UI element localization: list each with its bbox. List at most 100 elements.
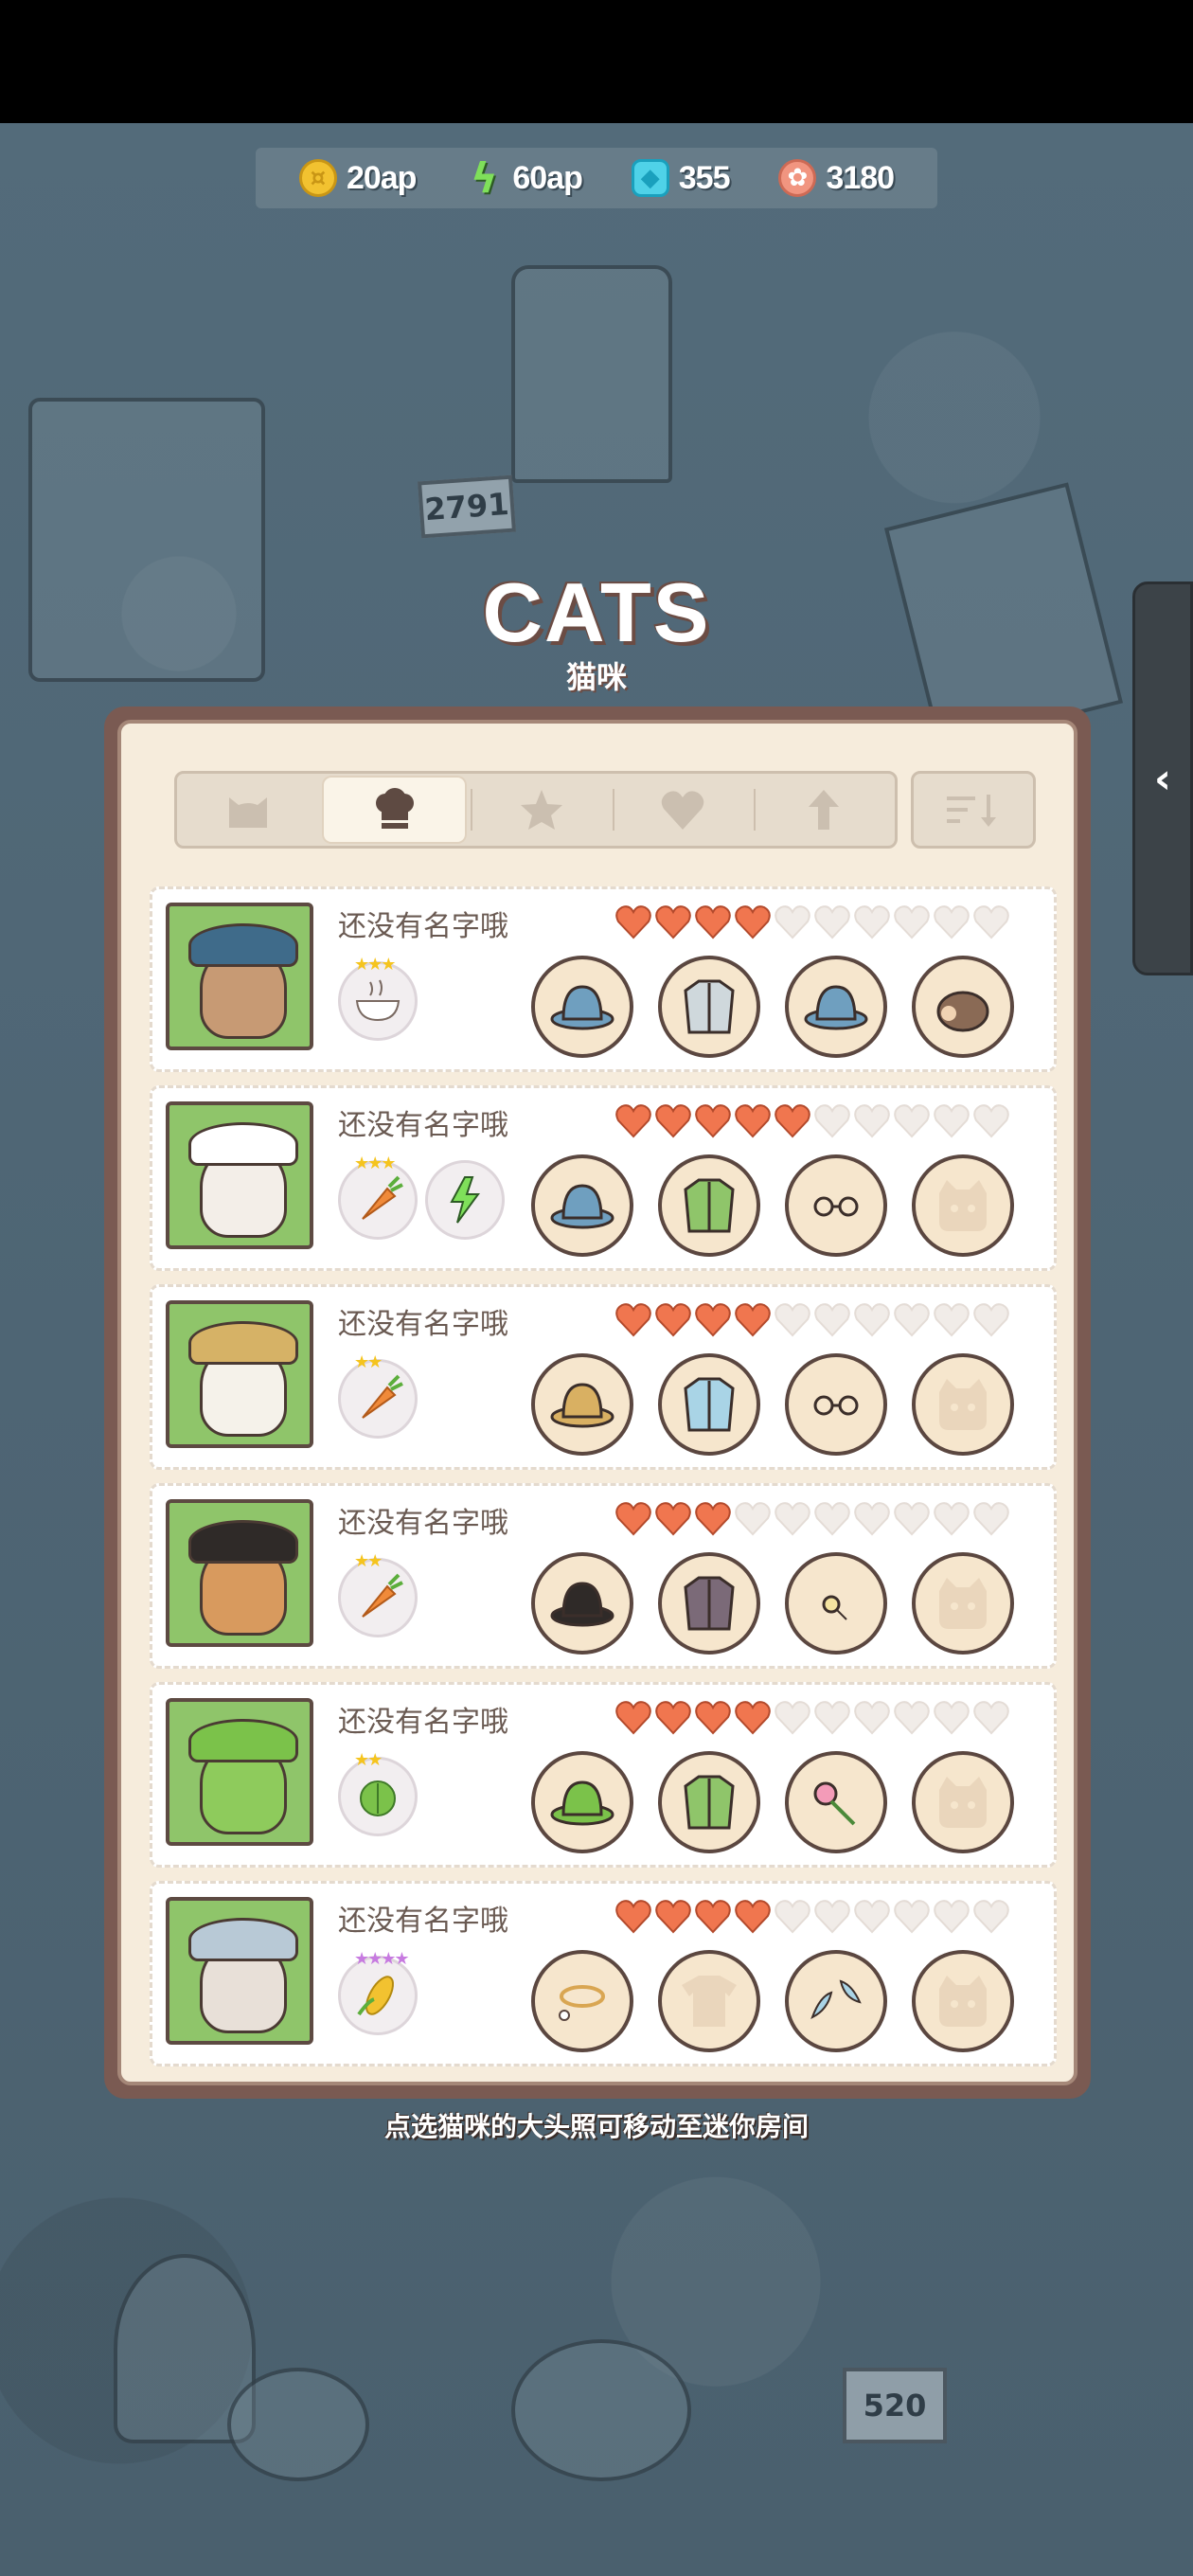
frog-hood-icon: [550, 1780, 614, 1826]
heart-empty-icon: [973, 1701, 1009, 1735]
affection-hearts: [614, 1899, 1010, 1935]
tab-cat[interactable]: [177, 774, 318, 846]
favorite-food[interactable]: ★★★★: [338, 1949, 418, 2035]
gear-slot[interactable]: [912, 1751, 1014, 1853]
cat-name: 还没有名字哦: [338, 1507, 508, 1540]
heart-filled-icon: [695, 1502, 731, 1536]
heart-filled-icon: [695, 1701, 731, 1735]
heart-empty-icon: [814, 1303, 850, 1337]
cat-headwear: [188, 1122, 298, 1166]
heart-filled-icon: [735, 1303, 771, 1337]
side-drawer-toggle[interactable]: ‹: [1132, 581, 1193, 975]
favorite-food[interactable]: [425, 1160, 505, 1240]
carrot-icon: [362, 1374, 403, 1419]
cat-portrait-blue-cap-cat[interactable]: [166, 1101, 313, 1249]
currency-gems: ◆ 355: [631, 159, 730, 197]
gear-slot[interactable]: [658, 1751, 760, 1853]
gear-slot[interactable]: [785, 956, 887, 1058]
heart-empty-icon: [854, 905, 890, 939]
cat-row: 还没有名字哦 ★★: [150, 1284, 1057, 1470]
heart-filled-icon: [655, 1900, 691, 1934]
affection-hearts: [614, 904, 1010, 940]
tab-level[interactable]: [753, 774, 895, 846]
heart-empty-icon: [854, 1303, 890, 1337]
heart-filled-icon: [655, 1303, 691, 1337]
gear-slot[interactable]: [912, 1950, 1014, 2052]
gear-slot[interactable]: [658, 1552, 760, 1655]
cat-portrait-top-hat-cat[interactable]: [166, 1499, 313, 1647]
cat-row: 还没有名字哦 ★★★★: [150, 1881, 1057, 2066]
heart-empty-icon: [934, 1701, 970, 1735]
heart-filled-icon: [615, 1900, 651, 1934]
page-subtitle: 猫咪: [565, 659, 627, 695]
cats-panel: 还没有名字哦 ★★★ 还没有名字哦 ★★★ 还没有名字哦 ★★ 还没有名字哦 ★★ 还没有名字哦…: [104, 707, 1091, 2099]
tab-food[interactable]: [324, 778, 466, 842]
heart-empty-icon: [814, 1701, 850, 1735]
filter-tabs: [174, 771, 898, 849]
corn-icon: [357, 1976, 394, 2016]
cat-name: 还没有名字哦: [338, 910, 508, 943]
gear-slot[interactable]: [785, 1154, 887, 1257]
blue-shirt-icon: [684, 1377, 735, 1432]
gear-slot[interactable]: [658, 1353, 760, 1456]
heart-empty-icon: [973, 1900, 1009, 1934]
star-rating-icon: ★★★★: [354, 1949, 410, 1969]
carrot-icon: [362, 1573, 403, 1618]
hedgehog-icon: [936, 991, 989, 1032]
affection-hearts: [614, 1103, 1010, 1139]
gear-slot[interactable]: [531, 1353, 633, 1456]
favorite-food[interactable]: ★★: [338, 1352, 418, 1439]
paw-value: 3180: [826, 159, 895, 196]
heart-empty-icon: [775, 1502, 810, 1536]
cat-headwear: [188, 923, 298, 967]
gear-slot[interactable]: [658, 956, 760, 1058]
sheriff-vest-icon: [684, 1576, 735, 1631]
favorite-food[interactable]: ★★★: [338, 955, 418, 1041]
gear-slot[interactable]: [785, 1751, 887, 1853]
gear-slot[interactable]: [912, 1552, 1014, 1655]
cat-portrait-straw-hat-cat[interactable]: [166, 1300, 313, 1448]
gear-slot[interactable]: [531, 1154, 633, 1257]
sort-icon: [947, 795, 996, 827]
page-title: CATS: [482, 565, 711, 659]
cat-list: 还没有名字哦 ★★★ 还没有名字哦 ★★★ 还没有名字哦 ★★ 还没有名字哦 ★★ 还没有名字哦…: [150, 886, 1057, 2080]
cat-name: 还没有名字哦: [338, 1905, 508, 1938]
gear-slot[interactable]: [785, 1552, 887, 1655]
gear-slot[interactable]: [531, 1751, 633, 1853]
gear-slot[interactable]: [658, 1154, 760, 1257]
gear-slot[interactable]: [531, 1950, 633, 2052]
gear-slot[interactable]: [912, 956, 1014, 1058]
cat-name: 还没有名字哦: [338, 1706, 508, 1739]
gear-slot[interactable]: [912, 1154, 1014, 1257]
favorite-food[interactable]: ★★: [338, 1750, 418, 1836]
gear-slot[interactable]: [785, 1950, 887, 2052]
gear-slot[interactable]: [658, 1950, 760, 2052]
star-rating-icon: ★★★: [354, 955, 396, 975]
cat-portrait-frog-hood-cat[interactable]: [166, 1698, 313, 1846]
paw-token-icon: ✿: [778, 159, 817, 197]
cat-portrait-angel-cat[interactable]: [166, 1897, 313, 2045]
heart-empty-icon: [775, 1701, 810, 1735]
cat-portrait-starry-hat-cat[interactable]: [166, 903, 313, 1050]
gear-slot[interactable]: [785, 1353, 887, 1456]
mustache-glasses-icon: [813, 1395, 859, 1416]
gear-slot[interactable]: [912, 1353, 1014, 1456]
empty-slot-icon: [939, 1777, 987, 1828]
gear-slot[interactable]: [531, 956, 633, 1058]
star-rating-icon: ★★: [354, 1352, 383, 1372]
cat-headwear: [188, 1719, 298, 1762]
tab-star[interactable]: [471, 774, 612, 846]
favorite-food[interactable]: ★★★: [338, 1154, 418, 1240]
star-rating-icon: ★★: [354, 1750, 383, 1770]
sort-button[interactable]: [911, 771, 1036, 849]
coins-value: 20ap: [346, 159, 417, 196]
heart-empty-icon: [894, 905, 930, 939]
gear-slot[interactable]: [531, 1552, 633, 1655]
heart-empty-icon: [973, 1502, 1009, 1536]
heart-empty-icon: [934, 1104, 970, 1138]
heart-empty-icon: [814, 1502, 850, 1536]
tab-heart[interactable]: [612, 774, 754, 846]
heart-filled-icon: [615, 1502, 651, 1536]
heart-empty-icon: [894, 1303, 930, 1337]
favorite-food[interactable]: ★★: [338, 1551, 418, 1637]
